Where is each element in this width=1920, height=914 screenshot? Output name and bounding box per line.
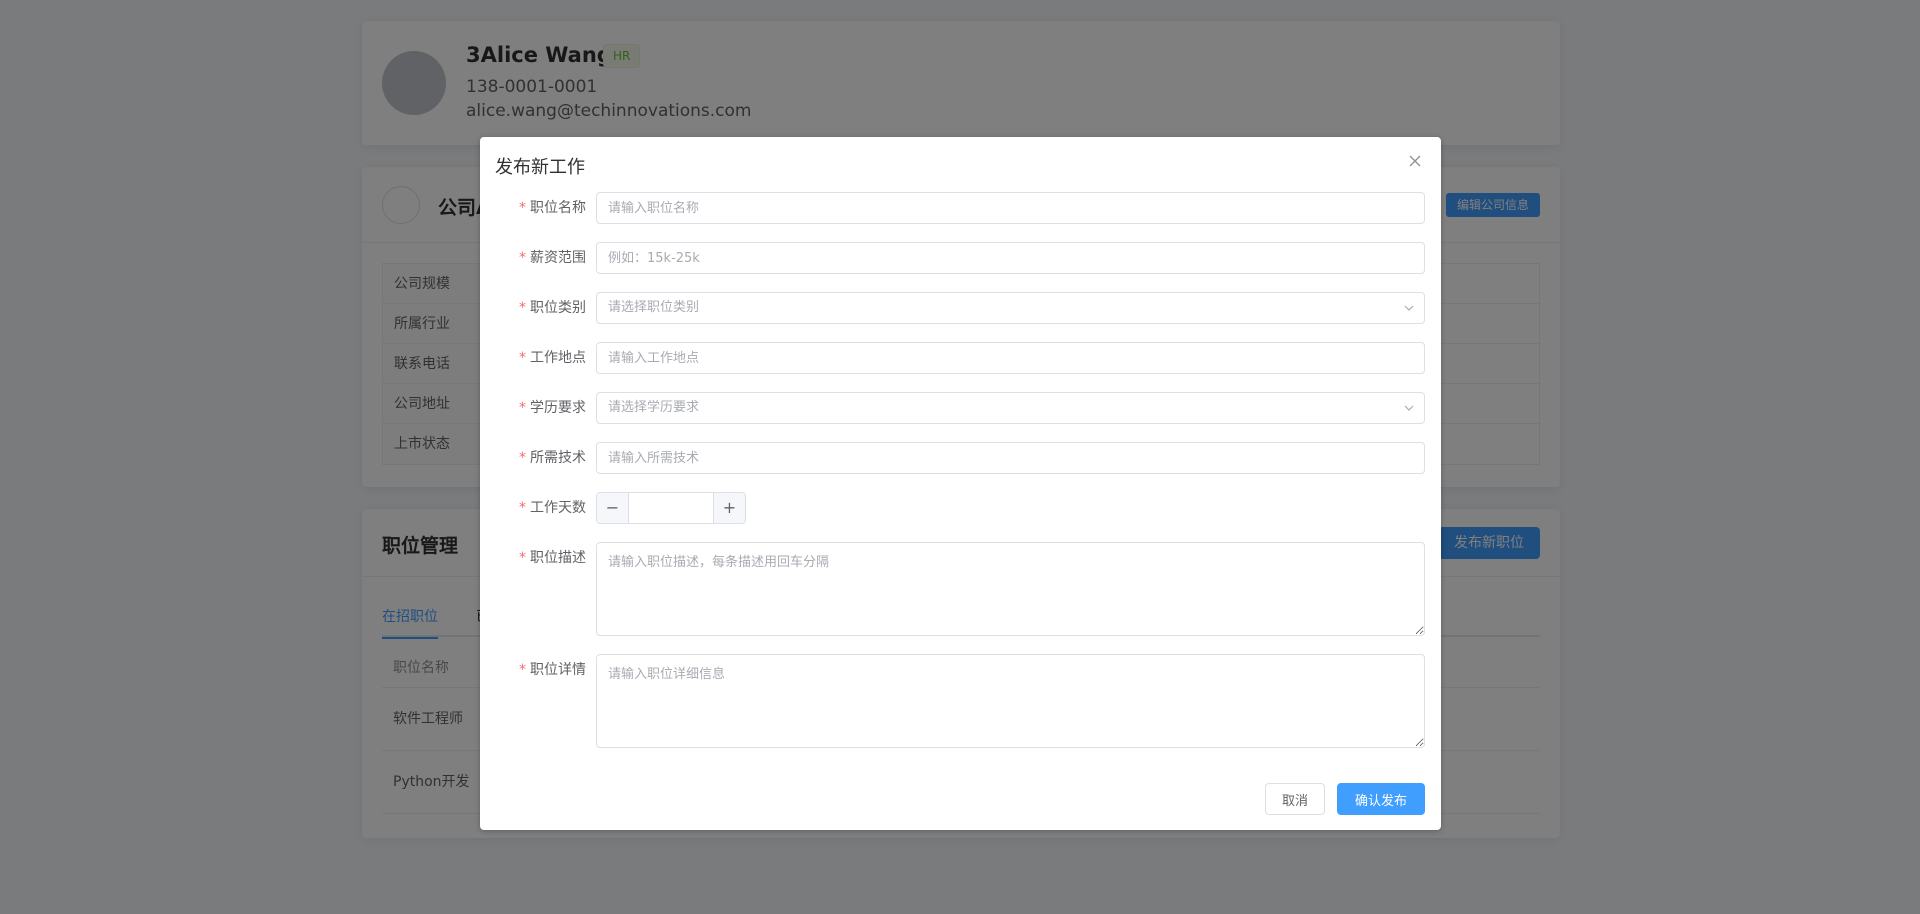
education-label: * 学历要求 bbox=[519, 400, 586, 416]
dialog-title: 发布新工作 bbox=[495, 157, 585, 178]
detail-label: * 职位详情 bbox=[519, 662, 586, 678]
salary-label: * 薪资范围 bbox=[519, 250, 586, 266]
cancel-button[interactable]: 取消 bbox=[1265, 783, 1325, 815]
education-placeholder: 请选择学历要求 bbox=[608, 400, 700, 415]
close-icon bbox=[1409, 155, 1421, 167]
location-label: * 工作地点 bbox=[519, 350, 586, 366]
publish-job-dialog: 发布新工作 *职位名称 *薪资范围 *职位类别 请选择职位类别 *工作地点 *学… bbox=[480, 137, 1441, 830]
salary-input[interactable] bbox=[596, 242, 1425, 274]
category-placeholder: 请选择职位类别 bbox=[608, 300, 700, 315]
close-button[interactable] bbox=[1405, 151, 1425, 171]
work-days-label: * 工作天数 bbox=[519, 500, 586, 516]
increment-button[interactable]: + bbox=[713, 493, 745, 523]
skills-input[interactable] bbox=[596, 442, 1425, 474]
detail-textarea[interactable] bbox=[596, 654, 1425, 748]
location-input[interactable] bbox=[596, 342, 1425, 374]
job-name-input[interactable] bbox=[596, 192, 1425, 224]
description-label: * 职位描述 bbox=[519, 550, 586, 566]
category-label: * 职位类别 bbox=[519, 300, 586, 316]
chevron-down-icon bbox=[1404, 405, 1414, 411]
chevron-down-icon bbox=[1404, 305, 1414, 311]
work-days-stepper: − + bbox=[596, 492, 746, 524]
job-name-label: * 职位名称 bbox=[519, 200, 586, 216]
confirm-publish-button[interactable]: 确认发布 bbox=[1337, 783, 1425, 815]
work-days-input[interactable] bbox=[630, 493, 712, 523]
skills-label: * 所需技术 bbox=[519, 450, 586, 466]
category-select[interactable]: 请选择职位类别 bbox=[596, 292, 1425, 324]
education-select[interactable]: 请选择学历要求 bbox=[596, 392, 1425, 424]
decrement-button[interactable]: − bbox=[597, 493, 629, 523]
description-textarea[interactable] bbox=[596, 542, 1425, 636]
